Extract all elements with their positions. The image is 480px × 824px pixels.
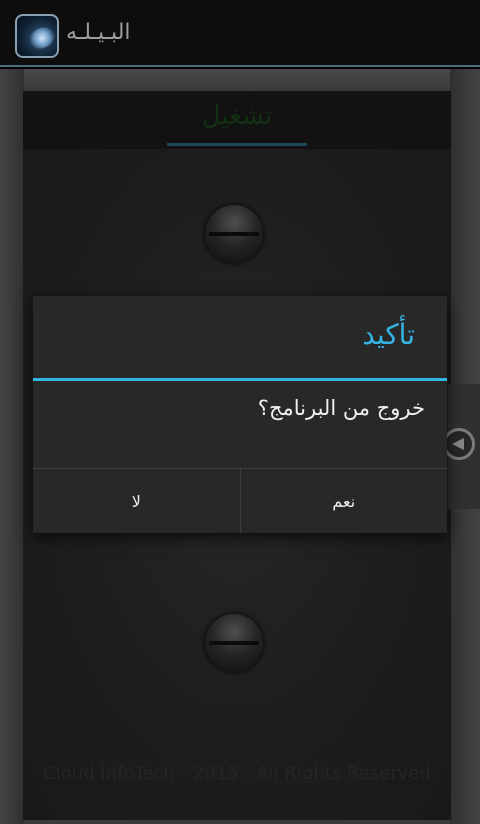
yes-button[interactable]: نعم xyxy=(239,469,447,533)
dialog-title-divider xyxy=(33,378,447,381)
dialog-message: خروج من البرنامج؟ xyxy=(257,396,425,420)
dialog-button-bar: لا نعم xyxy=(33,468,447,533)
dialog-title: تأكيد xyxy=(362,318,415,351)
no-button[interactable]: لا xyxy=(33,469,240,533)
app-title: البـيـلـه xyxy=(66,20,131,45)
lens-graphic xyxy=(25,23,57,53)
confirm-dialog: تأكيد خروج من البرنامج؟ لا نعم xyxy=(33,296,447,533)
action-bar: البـيـلـه xyxy=(0,0,480,67)
flashlight-app-icon[interactable] xyxy=(15,14,59,58)
